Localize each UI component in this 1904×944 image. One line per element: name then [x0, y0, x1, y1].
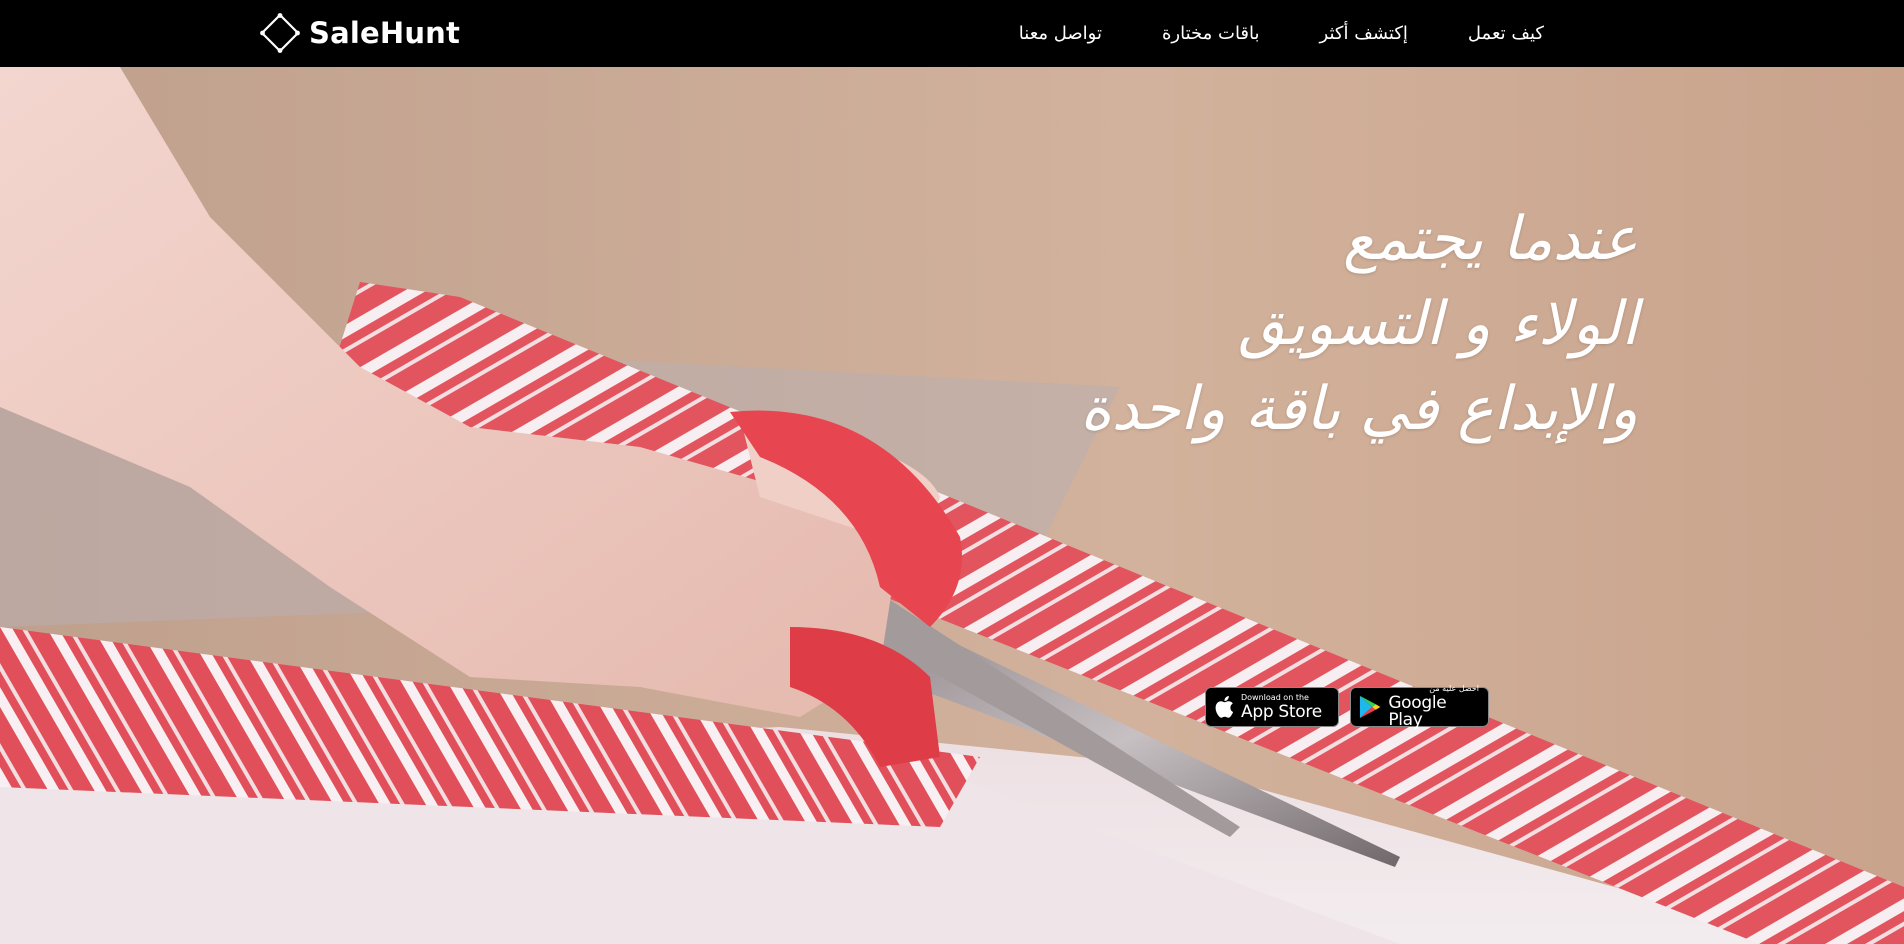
- hero-headline: عندما يجتمع الولاء و التسويق والإبداع في…: [1078, 197, 1638, 453]
- apple-icon: [1215, 696, 1234, 718]
- nav-item-discover-more[interactable]: إكتشف أكثر: [1290, 23, 1438, 44]
- store-badges: Download on the App Store احصل عليه من G…: [1205, 684, 1489, 730]
- diamond-logo-icon: [260, 13, 300, 53]
- app-store-button[interactable]: Download on the App Store: [1205, 687, 1339, 727]
- hero-section: عندما يجتمع الولاء و التسويق والإبداع في…: [0, 67, 1904, 944]
- headline-line-2: الولاء و التسويق: [1238, 289, 1638, 360]
- brand-name: SaleHunt: [309, 16, 461, 50]
- brand-logo-link[interactable]: SaleHunt: [259, 12, 460, 54]
- main-navigation: تواصل معنا باقات مختارة إكتشف أكثر كيف ت…: [989, 0, 1574, 67]
- google-play-small-label: احصل عليه من: [1429, 684, 1479, 693]
- nav-item-contact-us[interactable]: تواصل معنا: [989, 23, 1132, 44]
- app-store-big-label: App Store: [1241, 701, 1322, 722]
- google-play-big-label: Google Play: [1388, 693, 1447, 730]
- top-navigation-bar: SaleHunt تواصل معنا باقات مختارة إكتشف أ…: [0, 0, 1904, 67]
- headline-line-3: والإبداع في باقة واحدة: [1080, 374, 1638, 445]
- nav-item-selected-packages[interactable]: باقات مختارة: [1132, 23, 1290, 44]
- app-store-small-label: Download on the: [1241, 692, 1309, 702]
- page: SaleHunt تواصل معنا باقات مختارة إكتشف أ…: [0, 0, 1904, 944]
- headline-line-1: عندما يجتمع: [1342, 204, 1638, 274]
- google-play-icon: [1359, 695, 1381, 719]
- google-play-button[interactable]: احصل عليه من Google Play: [1350, 684, 1489, 730]
- nav-item-how-it-works[interactable]: كيف تعمل: [1438, 23, 1574, 44]
